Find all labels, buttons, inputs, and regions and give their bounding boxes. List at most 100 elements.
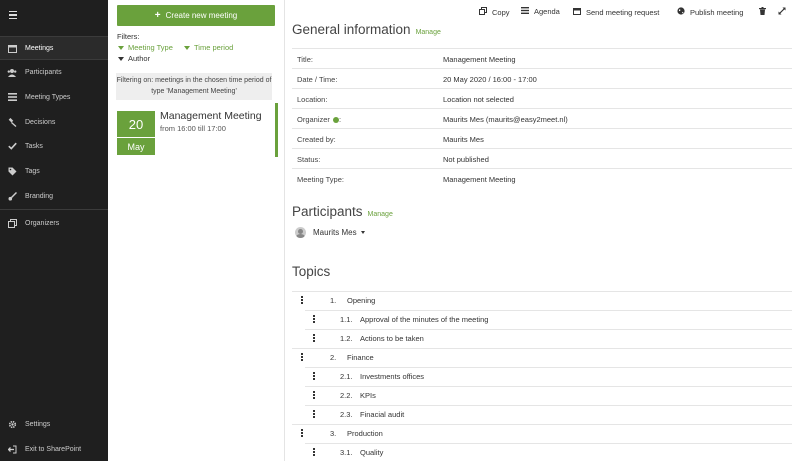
manage-participants-link[interactable]: Manage bbox=[368, 211, 393, 218]
expand-icon bbox=[778, 7, 786, 17]
gear-icon bbox=[7, 419, 17, 429]
drag-handle-icon[interactable] bbox=[301, 353, 303, 362]
sidebar-item-branding[interactable]: Branding bbox=[0, 185, 108, 207]
sidebar-item-meetings[interactable]: Meetings bbox=[0, 36, 108, 60]
brush-icon bbox=[7, 191, 17, 201]
publish-meeting-button[interactable]: Publish meeting bbox=[677, 7, 743, 17]
info-key: Title: bbox=[297, 54, 313, 64]
topic-text: Opening bbox=[347, 296, 376, 305]
info-row-status: Status: Not published bbox=[292, 148, 792, 169]
topic-row[interactable]: 1. Opening bbox=[292, 291, 792, 310]
topic-number: 2.2. bbox=[340, 391, 353, 400]
drag-handle-icon[interactable] bbox=[313, 391, 315, 400]
info-key: Location: bbox=[297, 94, 328, 104]
topic-number: 1.2. bbox=[340, 334, 353, 343]
row-divider bbox=[305, 310, 792, 311]
copy-icon bbox=[479, 7, 487, 17]
info-value: Maurits Mes (maurits@easy2meet.nl) bbox=[443, 114, 568, 124]
meeting-list-item[interactable]: 20 May Management Meeting from 16:00 til… bbox=[116, 103, 278, 157]
sidebar-item-label: Tags bbox=[25, 167, 40, 175]
drag-handle-icon[interactable] bbox=[313, 334, 315, 343]
sidebar-item-label: Meetings bbox=[25, 44, 54, 52]
info-value: Not published bbox=[443, 154, 489, 164]
sidebar-item-settings[interactable]: Settings bbox=[0, 413, 108, 435]
delete-button[interactable] bbox=[759, 7, 766, 17]
sidebar-item-tasks[interactable]: Tasks bbox=[0, 135, 108, 157]
filters-label: Filters: bbox=[117, 32, 140, 41]
topic-number: 2.1. bbox=[340, 372, 353, 381]
sidebar-item-meeting-types[interactable]: Meeting Types bbox=[0, 86, 108, 108]
meeting-month: May bbox=[117, 138, 155, 155]
topic-row[interactable]: 1.2. Actions to be taken bbox=[292, 329, 792, 348]
row-divider bbox=[305, 405, 792, 406]
info-row-organizer: Organizer: Maurits Mes (maurits@easy2mee… bbox=[292, 108, 792, 129]
topic-number: 3. bbox=[330, 429, 337, 438]
exit-icon bbox=[7, 444, 17, 454]
filter-icon bbox=[118, 56, 124, 61]
expand-button[interactable] bbox=[778, 7, 786, 17]
row-divider bbox=[292, 424, 792, 425]
send-meeting-request-label: Send meeting request bbox=[586, 7, 660, 17]
sidebar-item-tags[interactable]: Tags bbox=[0, 160, 108, 182]
topic-text: Investments offices bbox=[360, 372, 425, 381]
calendar-icon bbox=[7, 43, 17, 53]
topic-text: Finacial audit bbox=[360, 410, 405, 419]
clone-icon bbox=[7, 218, 17, 228]
topic-row[interactable]: 1.1. Approval of the minutes of the meet… bbox=[292, 310, 792, 329]
info-key: Status: bbox=[297, 154, 321, 164]
info-key: Date / Time: bbox=[297, 74, 338, 84]
meeting-detail: Copy Agenda Send meeting request Publish… bbox=[285, 0, 800, 461]
drag-handle-icon[interactable] bbox=[313, 448, 315, 457]
participant-name: Maurits Mes bbox=[313, 228, 357, 237]
topic-number: 3.1. bbox=[340, 448, 353, 457]
topic-row[interactable]: 2.1. Investments offices bbox=[292, 367, 792, 386]
sidebar-item-label: Exit to SharePoint bbox=[25, 445, 82, 453]
organizer-key-colon: : bbox=[338, 114, 342, 124]
filter-meeting-type[interactable]: Meeting Type bbox=[118, 43, 173, 52]
sidebar-item-decisions[interactable]: Decisions bbox=[0, 111, 108, 133]
sidebar-item-participants[interactable]: Participants bbox=[0, 61, 108, 83]
topic-text: Approval of the minutes of the meeting bbox=[360, 315, 489, 324]
users-icon bbox=[7, 67, 17, 77]
participant-dropdown[interactable]: Maurits Mes bbox=[313, 228, 365, 237]
topic-text: Finance bbox=[347, 353, 374, 362]
drag-handle-icon[interactable] bbox=[313, 315, 315, 324]
trash-icon bbox=[759, 7, 766, 17]
info-row-title: Title: Management Meeting bbox=[292, 48, 792, 69]
topic-row[interactable]: 2.3. Finacial audit bbox=[292, 405, 792, 424]
info-value: Location not selected bbox=[443, 94, 514, 104]
info-key: Organizer: bbox=[297, 115, 341, 124]
info-row-created-by: Created by: Maurits Mes bbox=[292, 128, 792, 149]
create-meeting-button[interactable]: + Create new meeting bbox=[117, 5, 275, 26]
agenda-button[interactable]: Agenda bbox=[521, 7, 560, 16]
tags-icon bbox=[7, 166, 17, 176]
filter-time-period-label: Time period bbox=[194, 43, 234, 52]
filter-author[interactable]: Author bbox=[118, 54, 150, 63]
meeting-list-pane: + Create new meeting Filters: Meeting Ty… bbox=[108, 0, 285, 461]
sidebar-item-exit[interactable]: Exit to SharePoint bbox=[0, 438, 108, 460]
topic-row[interactable]: 3.1. Quality bbox=[292, 443, 792, 462]
send-meeting-request-button[interactable]: Send meeting request bbox=[573, 7, 659, 17]
topic-row[interactable]: 2. Finance bbox=[292, 348, 792, 367]
drag-handle-icon[interactable] bbox=[313, 372, 315, 381]
filter-time-period[interactable]: Time period bbox=[184, 43, 233, 52]
topic-number: 2.3. bbox=[340, 410, 353, 419]
sidebar-divider bbox=[0, 209, 108, 210]
menu-icon[interactable] bbox=[9, 11, 17, 21]
info-value: 20 May 2020 / 16:00 - 17:00 bbox=[443, 74, 537, 84]
drag-handle-icon[interactable] bbox=[301, 296, 303, 305]
participants-title: Participants bbox=[292, 204, 363, 219]
participants-heading: Participants Manage bbox=[292, 204, 393, 219]
manage-general-link[interactable]: Manage bbox=[416, 29, 441, 36]
topic-number: 2. bbox=[330, 353, 337, 362]
drag-handle-icon[interactable] bbox=[313, 410, 315, 419]
topic-row[interactable]: 2.2. KPIs bbox=[292, 386, 792, 405]
drag-handle-icon[interactable] bbox=[301, 429, 303, 438]
topic-number: 1.1. bbox=[340, 315, 353, 324]
copy-button[interactable]: Copy bbox=[479, 7, 510, 17]
topic-row[interactable]: 3. Production bbox=[292, 424, 792, 443]
row-divider bbox=[305, 443, 792, 444]
gavel-icon bbox=[7, 117, 17, 127]
row-divider bbox=[305, 386, 792, 387]
sidebar-item-organizers[interactable]: Organizers bbox=[0, 212, 108, 234]
